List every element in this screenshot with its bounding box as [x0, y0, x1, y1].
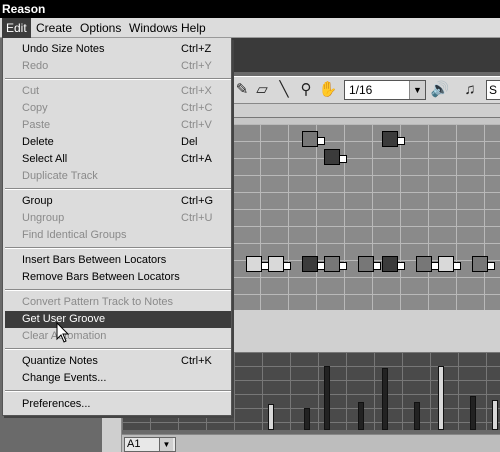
menu-item-preferences[interactable]: Preferences...: [5, 396, 231, 413]
menu-edit[interactable]: Edit: [2, 18, 31, 38]
chevron-down-icon[interactable]: ▼: [159, 438, 173, 451]
quantize-value: 1/16: [349, 83, 373, 97]
menu-item-convert-pattern-track[interactable]: Convert Pattern Track to Notes: [5, 294, 231, 311]
note-event[interactable]: [382, 131, 405, 147]
menu-separator: [5, 188, 231, 190]
lane-selector-bar: A1 ▼: [122, 434, 500, 452]
menu-options[interactable]: Options: [76, 18, 125, 38]
velocity-bar[interactable]: [382, 368, 388, 430]
menu-item-duplicate-track[interactable]: Duplicate Track: [5, 168, 231, 185]
note-event[interactable]: [324, 256, 347, 272]
menu-item-insert-bars[interactable]: Insert Bars Between Locators: [5, 252, 231, 269]
menu-help[interactable]: Help: [177, 18, 210, 38]
edit-menu-dropdown: Undo Size Notes Ctrl+Z Redo Ctrl+Y Cut Ctrl…: [2, 38, 232, 416]
speaker-icon[interactable]: 🔊: [430, 80, 450, 100]
app-title-bar: Reason: [0, 0, 500, 18]
velocity-bar[interactable]: [414, 402, 420, 430]
note-event[interactable]: [324, 149, 347, 165]
note-event[interactable]: [302, 256, 325, 272]
app-title: Reason: [2, 2, 46, 16]
menu-item-quantize-notes[interactable]: Quantize Notes Ctrl+K: [5, 353, 231, 370]
quantize-select[interactable]: 1/16 ▼: [344, 80, 426, 100]
menu-item-copy[interactable]: Copy Ctrl+C: [5, 100, 231, 117]
menu-item-redo[interactable]: Redo Ctrl+Y: [5, 58, 231, 75]
lane-select-value: A1: [127, 438, 141, 450]
note-event[interactable]: [382, 256, 405, 272]
menu-windows[interactable]: Windows: [125, 18, 182, 38]
menu-separator: [5, 390, 231, 392]
editor-header-strip: [232, 38, 500, 72]
pencil-icon[interactable]: ✎: [232, 80, 252, 100]
velocity-bar[interactable]: [304, 408, 310, 430]
magnify-icon[interactable]: ⚲: [296, 80, 316, 100]
note-grid[interactable]: [232, 118, 500, 310]
menu-separator: [5, 348, 231, 350]
eraser-icon[interactable]: ▱: [252, 80, 272, 100]
menu-item-select-all[interactable]: Select All Ctrl+A: [5, 151, 231, 168]
snap-label: S: [489, 83, 498, 97]
note-event[interactable]: [472, 256, 495, 272]
snap-select[interactable]: S: [486, 80, 500, 100]
note-event[interactable]: [246, 256, 269, 272]
velocity-bar[interactable]: [438, 366, 444, 430]
note-event[interactable]: [438, 256, 461, 272]
menu-item-ungroup[interactable]: Ungroup Ctrl+U: [5, 210, 231, 227]
ruler: [232, 104, 500, 118]
menu-separator: [5, 247, 231, 249]
velocity-bar[interactable]: [470, 396, 476, 430]
menu-item-undo[interactable]: Undo Size Notes Ctrl+Z: [5, 41, 231, 58]
menu-item-find-identical-groups[interactable]: Find Identical Groups: [5, 227, 231, 244]
menu-item-cut[interactable]: Cut Ctrl+X: [5, 83, 231, 100]
menu-item-delete[interactable]: Delete Del: [5, 134, 231, 151]
velocity-bar[interactable]: [358, 402, 364, 430]
hand-icon[interactable]: ✋: [318, 80, 338, 100]
menu-bar: Edit Create Options Windows Help: [0, 18, 500, 38]
menu-item-clear-automation[interactable]: Clear Automation: [5, 328, 231, 345]
menu-separator: [5, 289, 231, 291]
chevron-down-icon[interactable]: ▼: [409, 81, 425, 99]
menu-item-get-user-groove[interactable]: Get User Groove: [5, 311, 231, 328]
velocity-bar[interactable]: [268, 404, 274, 430]
note-event[interactable]: [302, 131, 325, 147]
menu-item-change-events[interactable]: Change Events...: [5, 370, 231, 387]
lane-select[interactable]: A1 ▼: [124, 437, 176, 452]
menu-item-paste[interactable]: Paste Ctrl+V: [5, 117, 231, 134]
note-event[interactable]: [358, 256, 381, 272]
note-event[interactable]: [268, 256, 291, 272]
line-icon[interactable]: ╲: [274, 80, 294, 100]
velocity-bar[interactable]: [492, 400, 498, 430]
menu-item-remove-bars[interactable]: Remove Bars Between Locators: [5, 269, 231, 286]
menu-create[interactable]: Create: [32, 18, 76, 38]
menu-item-group[interactable]: Group Ctrl+G: [5, 193, 231, 210]
note-icon[interactable]: ♫: [460, 80, 480, 100]
velocity-bar[interactable]: [324, 366, 330, 430]
mouse-pointer-icon: [56, 322, 70, 343]
menu-separator: [5, 78, 231, 80]
lane-divider: [232, 310, 500, 352]
note-event[interactable]: [416, 256, 439, 272]
